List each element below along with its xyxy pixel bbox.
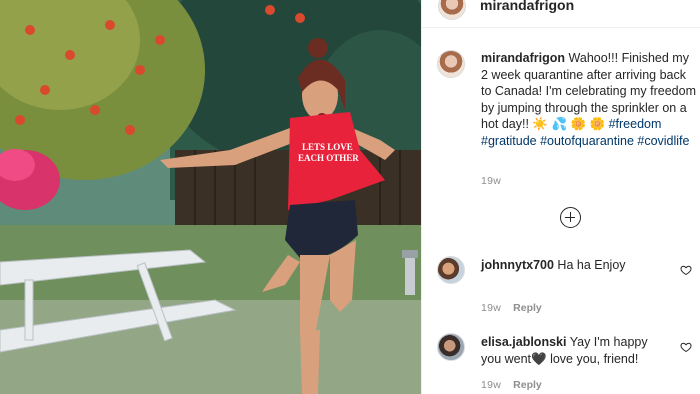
header-avatar[interactable] (438, 0, 466, 20)
post-header: mirandafrigon (422, 0, 700, 28)
caption-avatar[interactable] (437, 50, 465, 78)
comment-username[interactable]: elisa.jablonski (481, 335, 566, 349)
comment-avatar[interactable] (437, 333, 465, 361)
heart-icon[interactable] (680, 341, 692, 353)
shirt-text-line2: EACH OTHER (298, 153, 359, 163)
reply-button[interactable]: Reply (513, 379, 542, 391)
comment-item: elisa.jablonski Yay I'm happy you went🖤 … (437, 333, 700, 394)
comment-timestamp[interactable]: 19w (481, 302, 501, 314)
comments-panel: mirandafrigon mirandafrigon Wahoo!!! Fin… (421, 0, 700, 394)
comment-body: Ha ha Enjoy (557, 258, 626, 272)
caption-timestamp[interactable]: 19w (481, 175, 501, 187)
header-username[interactable]: mirandafrigon (480, 0, 574, 13)
post-photo: LETS LOVE EACH OTHER (0, 0, 421, 394)
heart-icon[interactable] (680, 264, 692, 276)
comment-text-block: johnnytx700 Ha ha Enjoy (481, 257, 671, 274)
shirt-text-line1: LETS LOVE (302, 142, 353, 152)
comment-username[interactable]: johnnytx700 (481, 258, 554, 272)
comment-meta: 19w Reply (481, 379, 542, 391)
reply-button[interactable]: Reply (513, 302, 542, 314)
photo-illustration: LETS LOVE EACH OTHER (0, 0, 421, 394)
comment-meta: 19w Reply (481, 302, 542, 314)
comment-avatar[interactable] (437, 256, 465, 284)
load-more-comments-button[interactable] (560, 207, 581, 228)
comment-timestamp[interactable]: 19w (481, 379, 501, 391)
caption-text-block: mirandafrigon Wahoo!!! Finished my 2 wee… (481, 50, 696, 149)
comment-item: johnnytx700 Ha ha Enjoy 19w Reply (437, 256, 700, 326)
caption-username[interactable]: mirandafrigon (481, 51, 565, 65)
comment-text-block: elisa.jablonski Yay I'm happy you went🖤 … (481, 334, 671, 367)
